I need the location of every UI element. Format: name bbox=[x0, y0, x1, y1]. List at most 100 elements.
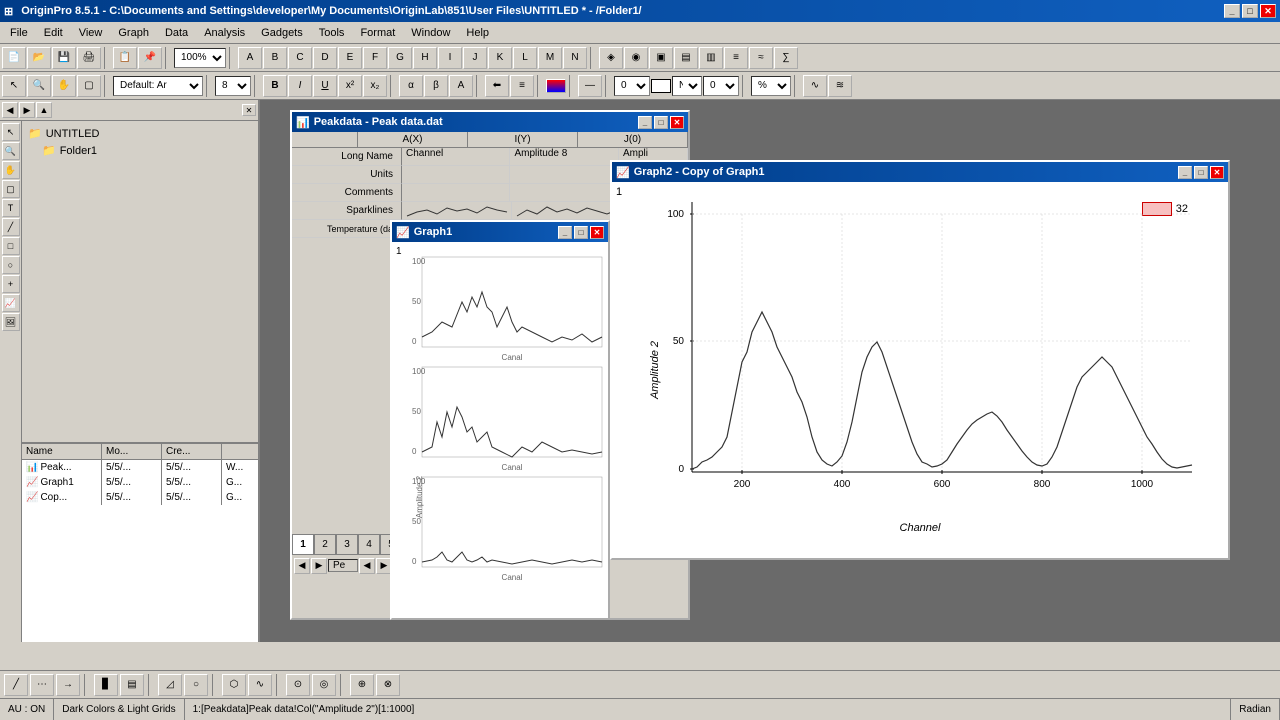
align-center[interactable]: ≡ bbox=[510, 75, 534, 97]
tb-btn-d[interactable]: D bbox=[313, 47, 337, 69]
font-select[interactable]: Default: Ar bbox=[113, 76, 203, 96]
file-row-1[interactable]: 📊Peak... 5/5/... 5/5/... W... bbox=[22, 460, 258, 475]
line-style-btn[interactable]: — bbox=[578, 75, 602, 97]
panel-close-btn[interactable]: ✕ bbox=[242, 104, 256, 116]
tree-folder1[interactable]: 📁 Folder1 bbox=[26, 142, 254, 159]
bold-btn[interactable]: B bbox=[263, 75, 287, 97]
gauge-btn[interactable]: ⊙ bbox=[286, 674, 310, 696]
new-btn[interactable]: 📄 bbox=[2, 47, 26, 69]
fill-color-btn[interactable] bbox=[651, 79, 671, 93]
menu-edit[interactable]: Edit bbox=[36, 25, 71, 41]
peakdata-maximize[interactable]: □ bbox=[654, 116, 668, 129]
tab-4[interactable]: 4 bbox=[358, 534, 380, 554]
color-swatch1[interactable] bbox=[546, 79, 566, 93]
tb-btn-n[interactable]: N bbox=[563, 47, 587, 69]
tb-btn-h[interactable]: H bbox=[413, 47, 437, 69]
cell-units-ax[interactable] bbox=[402, 166, 510, 183]
peakdata-title-btns[interactable]: _ □ ✕ bbox=[638, 116, 684, 129]
nav-prev[interactable]: ◀ bbox=[294, 558, 310, 574]
file-row-3[interactable]: 📈Cop... 5/5/... 5/5/... G... bbox=[22, 490, 258, 505]
draw-area-btn[interactable]: ◿ bbox=[158, 674, 182, 696]
select-btn[interactable]: ▢ bbox=[77, 75, 101, 97]
tb-extra4[interactable]: ▤ bbox=[674, 47, 698, 69]
menu-file[interactable]: File bbox=[2, 25, 36, 41]
extra-btn2[interactable]: ⊗ bbox=[376, 674, 400, 696]
tb-btn-e[interactable]: E bbox=[338, 47, 362, 69]
italic-btn[interactable]: I bbox=[288, 75, 312, 97]
draw-arrow-btn[interactable]: → bbox=[56, 674, 80, 696]
draw-wave-btn[interactable]: ∿ bbox=[248, 674, 272, 696]
gauge2-btn[interactable]: ◎ bbox=[312, 674, 336, 696]
copy-btn[interactable]: 📋 bbox=[113, 47, 137, 69]
beta-btn[interactable]: β bbox=[424, 75, 448, 97]
save-btn[interactable]: 💾 bbox=[52, 47, 76, 69]
paste-btn[interactable]: 📌 bbox=[138, 47, 162, 69]
cell-comments-ax[interactable] bbox=[402, 184, 510, 201]
graph2-minimize[interactable]: _ bbox=[1178, 166, 1192, 179]
tb-btn-c[interactable]: C bbox=[288, 47, 312, 69]
cell-units-iy[interactable] bbox=[510, 166, 618, 183]
graph1-close[interactable]: ✕ bbox=[590, 226, 604, 239]
vert-plus[interactable]: + bbox=[2, 275, 20, 293]
alpha-btn[interactable]: α bbox=[399, 75, 423, 97]
cell-longname-ax[interactable]: Channel bbox=[402, 148, 510, 165]
left-nav-back[interactable]: ◀ bbox=[2, 102, 18, 118]
title-bar-controls[interactable]: _ □ ✕ bbox=[1224, 4, 1276, 18]
draw-poly-btn[interactable]: ⬡ bbox=[222, 674, 246, 696]
draw-line-btn[interactable]: ╱ bbox=[4, 674, 28, 696]
vert-rect[interactable]: □ bbox=[2, 237, 20, 255]
n-select[interactable]: N bbox=[672, 76, 702, 96]
underline-btn[interactable]: U bbox=[313, 75, 337, 97]
vert-text[interactable]: T bbox=[2, 199, 20, 217]
vert-zoom[interactable]: 🔍 bbox=[2, 142, 20, 160]
superscript-btn[interactable]: x² bbox=[338, 75, 362, 97]
pan-btn[interactable]: ✋ bbox=[52, 75, 76, 97]
peakdata-close[interactable]: ✕ bbox=[670, 116, 684, 129]
draw-dotted-btn[interactable]: ⋯ bbox=[30, 674, 54, 696]
tb-extra2[interactable]: ◉ bbox=[624, 47, 648, 69]
menu-view[interactable]: View bbox=[71, 25, 111, 41]
tb-btn-b[interactable]: B bbox=[263, 47, 287, 69]
subscript-btn[interactable]: x₂ bbox=[363, 75, 387, 97]
close-btn[interactable]: ✕ bbox=[1260, 4, 1276, 18]
vert-graph[interactable]: 📈 bbox=[2, 294, 20, 312]
graph1-maximize[interactable]: □ bbox=[574, 226, 588, 239]
tb-btn-k[interactable]: K bbox=[488, 47, 512, 69]
wavelet2-btn[interactable]: ≋ bbox=[828, 75, 852, 97]
menu-format[interactable]: Format bbox=[352, 25, 403, 41]
open-btn[interactable]: 📂 bbox=[27, 47, 51, 69]
left-nav-fwd[interactable]: ▶ bbox=[19, 102, 35, 118]
draw-bar-btn[interactable]: ▊ bbox=[94, 674, 118, 696]
wavelet-btn[interactable]: ∿ bbox=[803, 75, 827, 97]
menu-data[interactable]: Data bbox=[157, 25, 196, 41]
menu-window[interactable]: Window bbox=[403, 25, 458, 41]
tb-btn-f[interactable]: F bbox=[363, 47, 387, 69]
graph2-close[interactable]: ✕ bbox=[1210, 166, 1224, 179]
graph2-title-btns[interactable]: _ □ ✕ bbox=[1178, 166, 1224, 179]
graph1-minimize[interactable]: _ bbox=[558, 226, 572, 239]
nav-label[interactable]: Pe bbox=[328, 559, 358, 572]
graph1-titlebar[interactable]: 📈 Graph1 _ □ ✕ bbox=[392, 222, 608, 242]
cell-comments-iy[interactable] bbox=[510, 184, 618, 201]
text-color-btn[interactable]: A bbox=[449, 75, 473, 97]
vert-select[interactable]: ▢ bbox=[2, 180, 20, 198]
menu-tools[interactable]: Tools bbox=[311, 25, 353, 41]
tree-root[interactable]: 📁 UNTITLED bbox=[26, 125, 254, 142]
menu-analysis[interactable]: Analysis bbox=[196, 25, 253, 41]
zoom-in-btn[interactable]: 🔍 bbox=[27, 75, 51, 97]
tb-btn-a[interactable]: A bbox=[238, 47, 262, 69]
extra-btn1[interactable]: ⊕ bbox=[350, 674, 374, 696]
pct-select[interactable]: % bbox=[751, 76, 791, 96]
n2-select[interactable]: 0 bbox=[703, 76, 739, 96]
tb-extra5[interactable]: ▥ bbox=[699, 47, 723, 69]
graph2-maximize[interactable]: □ bbox=[1194, 166, 1208, 179]
graph2-titlebar[interactable]: 📈 Graph2 - Copy of Graph1 _ □ ✕ bbox=[612, 162, 1228, 182]
peakdata-minimize[interactable]: _ bbox=[638, 116, 652, 129]
vert-circle[interactable]: ○ bbox=[2, 256, 20, 274]
peakdata-titlebar[interactable]: 📊 Peakdata - Peak data.dat _ □ ✕ bbox=[292, 112, 688, 132]
file-row-2[interactable]: 📈Graph1 5/5/... 5/5/... G... bbox=[22, 475, 258, 490]
menu-gadgets[interactable]: Gadgets bbox=[253, 25, 311, 41]
tb-extra3[interactable]: ▣ bbox=[649, 47, 673, 69]
left-nav-up[interactable]: ▲ bbox=[36, 102, 52, 118]
zoom-select[interactable]: 100% 75% 150% bbox=[174, 48, 226, 68]
